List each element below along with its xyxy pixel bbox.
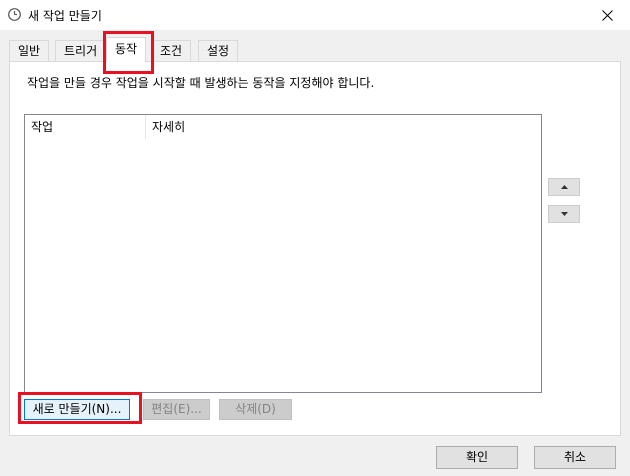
move-up-button[interactable] xyxy=(548,178,580,196)
tab-settings[interactable]: 설정 xyxy=(198,40,239,61)
tab-conditions[interactable]: 조건 xyxy=(151,40,192,61)
clock-icon xyxy=(8,8,21,21)
cancel-button[interactable]: 취소 xyxy=(534,446,616,469)
arrow-down-icon xyxy=(560,212,568,216)
close-icon xyxy=(601,9,613,21)
column-header-details[interactable]: 자세히 xyxy=(146,115,346,139)
arrow-up-icon xyxy=(560,185,568,189)
column-header-action[interactable]: 작업 xyxy=(25,115,146,139)
window-title: 새 작업 만들기 xyxy=(28,9,102,23)
edit-action-button[interactable]: 편집(E)... xyxy=(143,399,210,420)
tab-general[interactable]: 일반 xyxy=(9,40,50,61)
close-button[interactable] xyxy=(584,0,630,30)
list-header: 작업 자세히 xyxy=(25,115,541,139)
tab-triggers[interactable]: 트리거 xyxy=(55,40,107,61)
new-action-button[interactable]: 새로 만들기(N)... xyxy=(24,399,130,420)
tab-actions[interactable]: 동작 xyxy=(106,37,147,62)
actions-list[interactable]: 작업 자세히 xyxy=(24,114,542,393)
title-bar: 새 작업 만들기 xyxy=(0,0,630,30)
ok-button[interactable]: 확인 xyxy=(436,446,518,469)
instruction-text: 작업을 만들 경우 작업을 시작할 때 발생하는 동작을 지정해야 합니다. xyxy=(27,76,375,90)
delete-action-button[interactable]: 삭제(D) xyxy=(219,399,292,420)
move-down-button[interactable] xyxy=(548,205,580,223)
